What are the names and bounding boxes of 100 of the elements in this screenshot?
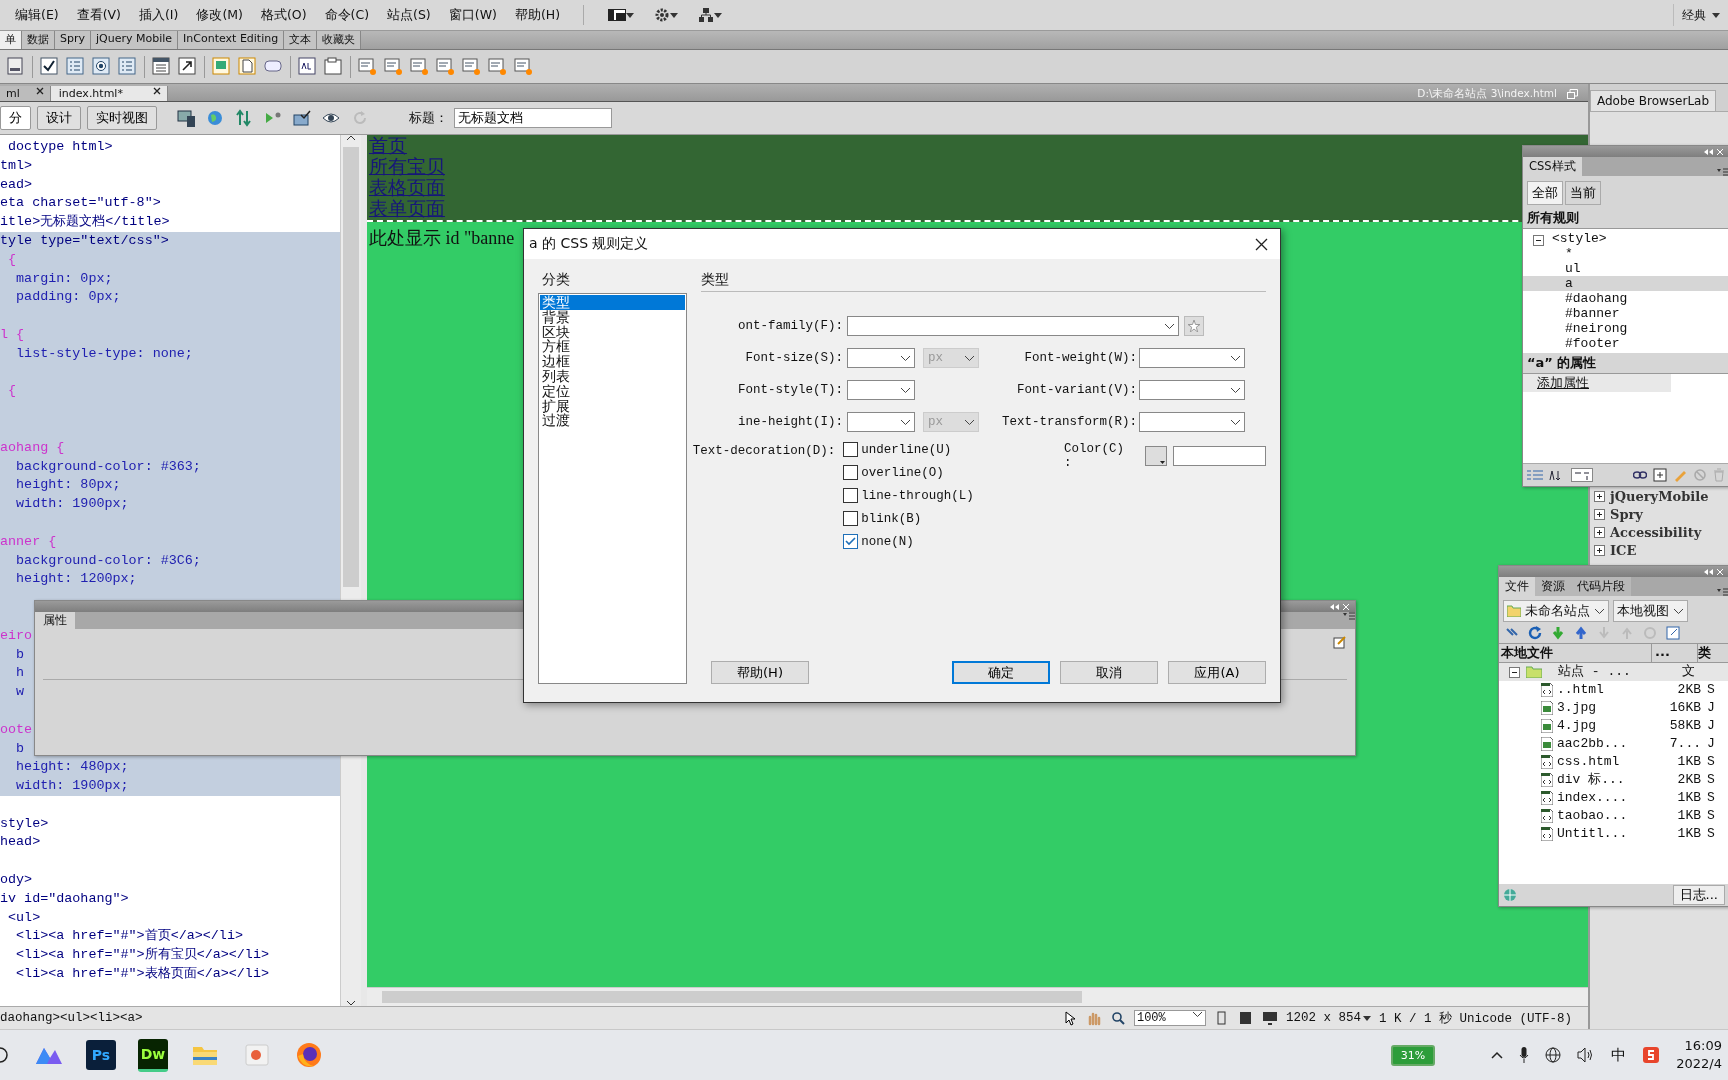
dialog-button[interactable]: 帮助(H) [711, 661, 809, 684]
column-header[interactable]: 类 [1698, 644, 1711, 662]
category-item[interactable]: 区块 [540, 324, 570, 340]
list-icon[interactable] [66, 57, 85, 76]
close-icon[interactable] [1255, 237, 1268, 251]
clock[interactable]: 16:09 2022/4 [1676, 1037, 1722, 1073]
view-button[interactable]: 分 [0, 106, 31, 130]
panel-menu-icon[interactable] [1343, 612, 1355, 620]
collapse-arrows-icon[interactable] [1704, 568, 1713, 575]
favorite-fonts-button[interactable] [1184, 316, 1204, 336]
panel-menu-icon[interactable] [1717, 588, 1728, 596]
insert-tab[interactable]: jQuery Mobile [91, 31, 179, 49]
panel-tab[interactable]: Adobe BrowserLab [1590, 90, 1717, 111]
horizontal-scrollbar[interactable] [367, 987, 1588, 1006]
multiscreen-icon[interactable] [177, 109, 195, 127]
menu-item[interactable]: 命令(C) [315, 6, 379, 24]
checkbox-icon[interactable] [40, 57, 59, 76]
document-tab[interactable]: index.html* [50, 86, 168, 101]
panel-tab[interactable]: 资源 [1535, 577, 1571, 596]
check-in-icon[interactable] [1620, 626, 1634, 640]
value-select[interactable] [847, 348, 915, 368]
text-label-icon[interactable] [298, 57, 317, 76]
value-select[interactable] [847, 412, 915, 432]
panel-group-label[interactable]: Accessibility [1610, 524, 1702, 542]
menu-item[interactable]: 格式(O) [251, 6, 316, 24]
collapse-arrows-icon[interactable] [1330, 603, 1339, 610]
list-box-icon[interactable] [152, 57, 171, 76]
column-header[interactable]: 本地文件 [1499, 644, 1652, 662]
add-property-link[interactable]: 添加属性 [1523, 374, 1671, 392]
desktop-size-icon[interactable] [1261, 1010, 1278, 1026]
menu-item[interactable]: 编辑(E) [6, 6, 68, 24]
set-properties-icon[interactable] [1571, 468, 1593, 482]
jump-menu-icon[interactable] [178, 57, 197, 76]
microphone-icon[interactable] [1519, 1047, 1530, 1063]
restore-icon[interactable] [1567, 89, 1578, 99]
log-button[interactable]: 日志... [1672, 885, 1725, 905]
check-out-icon[interactable] [1597, 626, 1611, 640]
menu-item[interactable]: 查看(V) [67, 6, 130, 24]
category-item[interactable]: 列表 [540, 369, 570, 384]
checkbox[interactable] [843, 442, 859, 457]
scroll-down-icon[interactable] [346, 1000, 356, 1006]
document-tab[interactable]: ml [0, 86, 51, 101]
insert-tab[interactable]: InContext Editing [178, 31, 285, 49]
layout-menu[interactable] [608, 9, 635, 21]
insert-tab[interactable]: 文本 [284, 31, 318, 49]
menu-item[interactable]: 修改(M) [187, 6, 252, 24]
new-rule-icon[interactable] [1653, 468, 1667, 482]
web-editor-app[interactable]: Dw [138, 1038, 168, 1072]
checkbox[interactable] [843, 465, 859, 480]
workspace-switcher[interactable]: 经典 [1673, 4, 1728, 26]
category-item[interactable]: 方框 [540, 339, 570, 355]
checkbox[interactable] [843, 511, 859, 526]
category-item[interactable]: 背景 [540, 309, 570, 325]
image-field-icon[interactable] [212, 57, 231, 76]
scroll-up-icon[interactable] [346, 135, 356, 141]
expand-icon[interactable] [1594, 545, 1605, 556]
category-item[interactable]: 类型 [540, 295, 685, 310]
font-family-select[interactable] [847, 316, 1179, 336]
edit-icon[interactable] [1333, 635, 1347, 649]
mode-button[interactable]: 当前 [1565, 181, 1601, 205]
category-item[interactable]: 扩展 [540, 398, 570, 414]
category-item[interactable]: 过渡 [540, 413, 570, 429]
expand-panel-icon[interactable] [1666, 626, 1680, 640]
dialog-button[interactable]: 确定 [952, 661, 1050, 684]
panel-tab[interactable]: 代码片段 [1571, 577, 1631, 596]
color-picker[interactable] [1144, 446, 1167, 466]
form-icon[interactable] [6, 57, 25, 76]
transfer-arrows-icon[interactable] [235, 109, 253, 127]
color-field[interactable] [1172, 446, 1266, 466]
mode-button[interactable]: 全部 [1527, 181, 1563, 205]
zoom-icon[interactable] [1109, 1010, 1126, 1026]
insert-tab[interactable]: 收藏夹 [317, 31, 362, 49]
dialog-button[interactable]: 取消 [1060, 661, 1158, 684]
list-icon[interactable] [118, 57, 137, 76]
category-item[interactable]: 定位 [540, 383, 570, 399]
collapse-icon[interactable] [1509, 666, 1520, 678]
rule-item[interactable]: a [1523, 276, 1728, 291]
value-select[interactable] [847, 380, 915, 400]
panel-tab[interactable]: CSS样式 [1523, 157, 1582, 176]
insert-tab[interactable]: 数据 [22, 31, 55, 49]
upload-arrow-icon[interactable] [1574, 626, 1588, 640]
expand-icon[interactable] [1594, 509, 1605, 520]
window-size-menu[interactable]: 1202 x 854 [1285, 1011, 1371, 1025]
menu-item[interactable]: 帮助(H) [505, 6, 570, 24]
photo-editor-app[interactable]: Ps [86, 1040, 116, 1070]
menu-item[interactable]: 插入(I) [129, 6, 188, 24]
view-button[interactable]: 实时视图 [87, 106, 157, 130]
chevron-up-icon[interactable] [1491, 1051, 1504, 1059]
scrollbar-thumb[interactable] [343, 147, 359, 587]
settings-menu[interactable] [654, 7, 679, 23]
dialog-button[interactable]: 应用(A) [1168, 661, 1266, 684]
panel-group-label[interactable]: Spry [1610, 506, 1643, 524]
site-menu[interactable] [698, 7, 723, 23]
menu-item[interactable]: 站点(S) [378, 6, 440, 24]
view-button[interactable]: 设计 [37, 106, 81, 130]
view-dropdown[interactable]: 本地视图 [1613, 600, 1688, 622]
collapse-icon[interactable] [1533, 234, 1544, 246]
checkbox[interactable] [843, 488, 859, 503]
expand-icon[interactable] [1594, 527, 1605, 538]
panel-tab[interactable]: 文件 [1499, 577, 1535, 596]
